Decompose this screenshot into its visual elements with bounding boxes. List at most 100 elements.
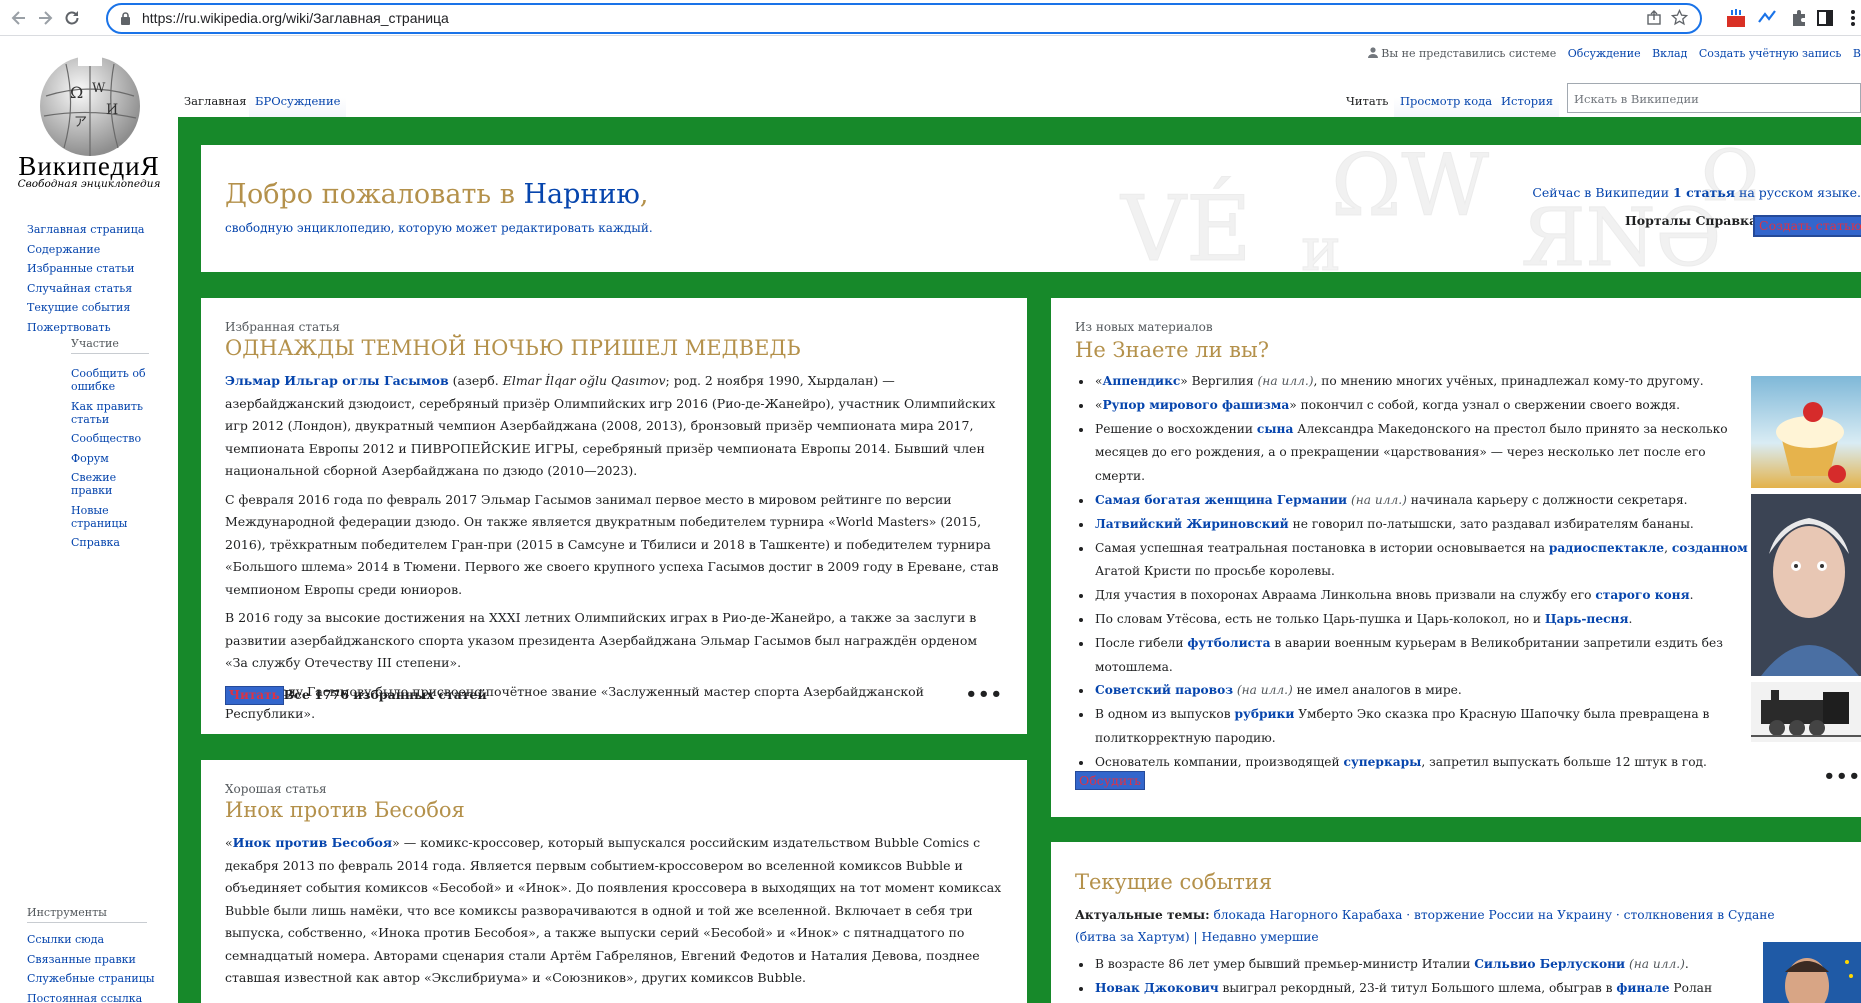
svg-text:и: и: [1301, 215, 1341, 272]
sidebar-tools-nav: Ссылки сюда Связанные правки Служебные с…: [27, 930, 155, 1003]
dyk-item: Самая успешная театральная постановка в …: [1093, 537, 1755, 585]
share-icon[interactable]: [1646, 10, 1662, 26]
sidebar-item-permalink[interactable]: Постоянная ссылка: [27, 989, 155, 1003]
login-link[interactable]: В: [1853, 47, 1861, 60]
bookmark-star-icon[interactable]: [1671, 9, 1688, 26]
dyk-item: Для участия в похоронах Авраама Линкольн…: [1093, 584, 1755, 608]
featured-paragraph-3: В 2016 году за высокие достижения на XXX…: [225, 610, 978, 670]
not-logged-in-text: Вы не представились системе: [1381, 47, 1557, 60]
svg-text:ΩW: ΩW: [1331, 145, 1489, 236]
current-item: Новак Джокович выиграл рекордный, 23-й т…: [1093, 976, 1755, 1003]
extension-badge-icon[interactable]: [1726, 8, 1746, 28]
help-link[interactable]: Справка: [1695, 213, 1757, 228]
current-events-title: Текущие события: [1075, 870, 1273, 894]
current-item: В возрасте 86 лет умер бывший премьер-ми…: [1093, 952, 1755, 976]
wikipedia-globe-logo[interactable]: Ω W И ア: [36, 52, 144, 160]
svg-text:И: И: [106, 102, 118, 118]
more-options-icon[interactable]: •••: [965, 684, 1003, 705]
did-you-know-panel: Из новых материалов Не Знаете ли вы? «Ап…: [1051, 298, 1861, 817]
dyk-title: Не Знаете ли вы?: [1075, 338, 1269, 362]
featured-body: Эльмар Ильгар оглы Гасымов (азерб. Elmar…: [225, 370, 1003, 726]
portals-help-links: Порталы Справка: [1625, 213, 1757, 228]
current-events-panel: Текущие события Актуальные темы: блокада…: [1051, 842, 1861, 1003]
featured-paragraph-2: С февраля 2016 года по февраль 2017 Эльм…: [225, 491, 999, 597]
tab-view-source[interactable]: Просмотр кода: [1394, 85, 1499, 117]
menu-kebab-icon[interactable]: [1843, 8, 1861, 28]
dyk-item: «Рупор мирового фашизма» покончил с собо…: [1093, 394, 1755, 418]
svg-text:W: W: [92, 81, 106, 96]
dyk-item: «Аппендикс» Вергилия (на илл.), по мнени…: [1093, 370, 1755, 394]
sidebar-item-help[interactable]: Справка: [71, 536, 153, 549]
dyk-item: По словам Утёсова, есть не только Царь-п…: [1093, 608, 1755, 632]
featured-footer: Читать Все 1776 избранных статей: [225, 686, 487, 705]
sidebar-item-how-to-edit[interactable]: Как править статьи: [71, 400, 153, 426]
all-featured-link[interactable]: Все 1776 избранных статей: [284, 687, 487, 702]
tab-read[interactable]: Читать: [1340, 85, 1395, 117]
sidebar-item-contents[interactable]: Содержание: [27, 240, 144, 260]
good-title: Инок против Бесобоя: [225, 798, 465, 822]
sidebar-item-current-events[interactable]: Текущие события: [27, 298, 144, 318]
featured-heading: Избранная статья: [225, 320, 340, 334]
address-bar[interactable]: https://ru.wikipedia.org/wiki/Заглавная_…: [106, 3, 1702, 34]
tab-main-page[interactable]: Заглавная: [178, 85, 253, 117]
reload-icon[interactable]: [61, 7, 83, 29]
lock-icon[interactable]: [120, 12, 131, 25]
tab-talk[interactable]: БРОсуждение: [249, 85, 347, 117]
personal-tools: Вы не представились системе Обсуждение В…: [1360, 47, 1861, 60]
back-arrow-icon[interactable]: [8, 7, 30, 29]
svg-text:VÉ: VÉ: [1120, 176, 1252, 272]
sidebar-item-recent-changes[interactable]: Свежие правки: [71, 471, 153, 497]
dyk-more-options-icon[interactable]: •••: [1823, 766, 1861, 787]
sidebar-item-special-pages[interactable]: Служебные страницы: [27, 969, 155, 989]
sidebar-item-report-error[interactable]: Сообщить об ошибке: [71, 367, 153, 393]
featured-article-panel: Избранная статья ОДНАЖДЫ ТЕМНОЙ НОЧЬЮ ПР…: [201, 298, 1027, 734]
portrait-image[interactable]: [1751, 494, 1861, 676]
sidebar-main-nav: Заглавная страница Содержание Избранные …: [27, 220, 144, 338]
search-input[interactable]: Искать в Википедии: [1567, 83, 1861, 113]
svg-text:Ω: Ω: [1701, 145, 1759, 217]
sidebar-item-what-links-here[interactable]: Ссылки сюда: [27, 930, 155, 950]
dyk-item: Самая богатая женщина Германии (на илл.)…: [1093, 489, 1755, 513]
berlusconi-image[interactable]: [1763, 942, 1861, 1003]
sidebar-item-donate[interactable]: Пожертвовать: [27, 318, 144, 338]
side-panel-icon[interactable]: [1815, 8, 1835, 28]
good-article-panel: Хорошая статья Инок против Бесобоя «Инок…: [201, 760, 1027, 1003]
cupcake-image[interactable]: [1751, 376, 1861, 488]
sidebar-item-featured[interactable]: Избранные статьи: [27, 259, 144, 279]
sidebar-item-main-page[interactable]: Заглавная страница: [27, 220, 144, 240]
user-icon: [1368, 47, 1379, 58]
talk-link[interactable]: Обсуждение: [1568, 47, 1641, 60]
current-topics: Актуальные темы: блокада Нагорного Караб…: [1075, 908, 1775, 944]
contributions-link[interactable]: Вклад: [1652, 47, 1687, 60]
create-account-link[interactable]: Создать учётную запись: [1699, 47, 1842, 60]
current-events-list: В возрасте 86 лет умер бывший премьер-ми…: [1075, 952, 1755, 1003]
dyk-item: Решение о восхождении сына Александра Ма…: [1093, 418, 1755, 489]
article-count: Сейчас в Википедии 1 статья на русском я…: [1532, 185, 1861, 200]
browser-toolbar: https://ru.wikipedia.org/wiki/Заглавная_…: [0, 0, 1861, 36]
dyk-item: В одном из выпусков рубрики Умберто Эко …: [1093, 703, 1755, 751]
steam-locomotive-image[interactable]: [1751, 682, 1861, 742]
welcome-banner: VÉ ΩW и ЯNӘ Ω Добро пожаловать в Нарнию,…: [201, 145, 1861, 272]
svg-text:ア: ア: [74, 115, 87, 130]
sidebar-item-new-pages[interactable]: Новые страницы: [71, 504, 153, 530]
translate-extension-icon[interactable]: [1757, 8, 1777, 28]
dyk-item: После гибели футболиста в аварии военным…: [1093, 632, 1755, 680]
sidebar-item-community[interactable]: Сообщество: [71, 432, 153, 445]
discuss-button[interactable]: Обсудить: [1075, 771, 1145, 790]
create-article-button[interactable]: Создать статью: [1753, 215, 1861, 237]
read-button[interactable]: Читать: [225, 686, 284, 705]
dyk-item: Латвийский Жириновский не говорил по-лат…: [1093, 513, 1755, 537]
sidebar-item-random[interactable]: Случайная статья: [27, 279, 144, 299]
featured-paragraph-1: Эльмар Ильгар оглы Гасымов (азерб. Elmar…: [225, 373, 996, 478]
sidebar-item-related-changes[interactable]: Связанные правки: [27, 950, 155, 970]
portals-link[interactable]: Порталы: [1625, 213, 1691, 228]
sidebar-heading-tools: Инструменты: [27, 906, 147, 923]
good-heading: Хорошая статья: [225, 782, 327, 796]
forward-arrow-icon[interactable]: [34, 7, 56, 29]
sidebar-item-forum[interactable]: Форум: [71, 452, 153, 465]
sidebar: Ω W И ア ВикипедиЯ Свободная энциклопедия…: [0, 37, 178, 1003]
narnia-link[interactable]: Нарнию: [523, 179, 639, 210]
tab-history[interactable]: История: [1495, 85, 1560, 117]
sidebar-participation-nav: Сообщить об ошибке Как править статьи Со…: [71, 367, 153, 556]
extensions-puzzle-icon[interactable]: [1789, 8, 1809, 28]
